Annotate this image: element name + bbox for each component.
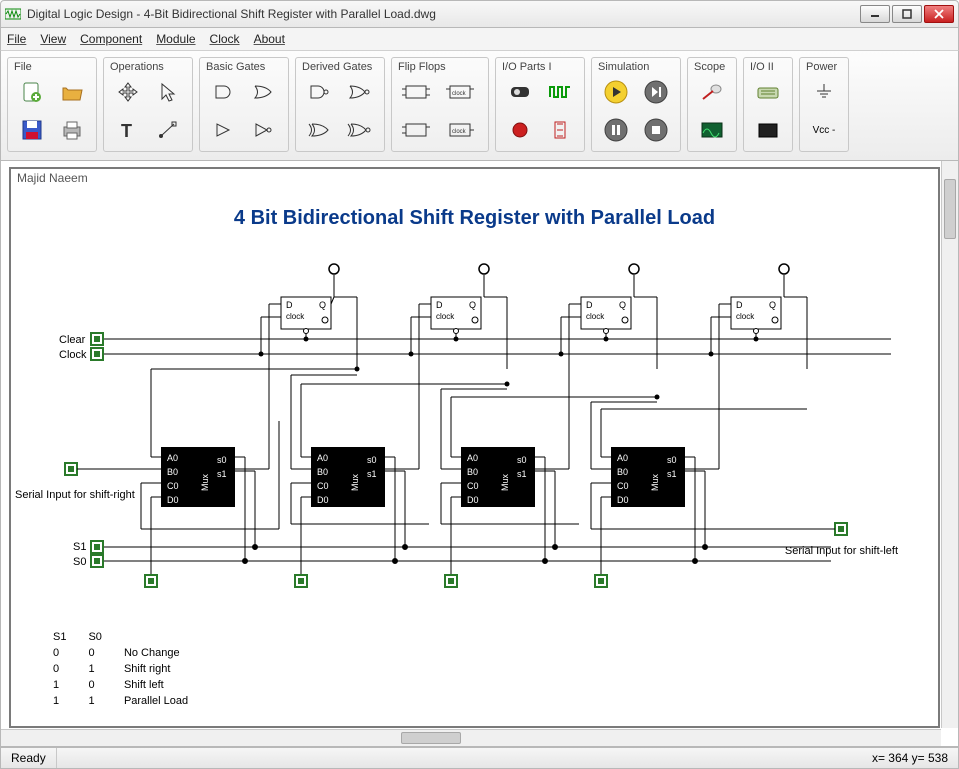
svg-text:T: T: [121, 121, 132, 141]
toolgroup-io-parts-1-title: I/O Parts I: [502, 61, 578, 73]
and-gate-button[interactable]: [206, 75, 242, 109]
menu-file[interactable]: File: [7, 32, 26, 46]
toolgroup-power: Power Vcc -: [799, 57, 849, 152]
toolbar: File Operations T Basic Gates Derived Ga…: [0, 50, 959, 161]
toolgroup-basic-gates-title: Basic Gates: [206, 61, 282, 73]
step-button[interactable]: [638, 75, 674, 109]
select-tool-button[interactable]: [150, 75, 186, 109]
menu-clock[interactable]: Clock: [210, 32, 240, 46]
menu-component[interactable]: Component: [80, 32, 142, 46]
xnor-gate-button[interactable]: [342, 113, 378, 147]
sr-flipflop-button[interactable]: [398, 113, 434, 147]
toolgroup-file: File: [7, 57, 97, 152]
table-row: 01Shift right: [43, 662, 198, 676]
design-canvas[interactable]: Majid Naeem 4 Bit Bidirectional Shift Re…: [9, 167, 940, 728]
not-gate-button[interactable]: [246, 113, 282, 147]
jk-flipflop-button[interactable]: clock: [442, 75, 478, 109]
led-button[interactable]: [502, 113, 538, 147]
d-flipflop-button[interactable]: [398, 75, 434, 109]
status-ready: Ready: [1, 748, 57, 768]
print-button[interactable]: [54, 113, 90, 147]
pause-button[interactable]: [598, 113, 634, 147]
toolgroup-file-title: File: [14, 61, 90, 73]
status-coords: x= 364 y= 538: [862, 748, 958, 768]
toolgroup-operations: Operations T: [103, 57, 193, 152]
toolgroup-flip-flops-title: Flip Flops: [398, 61, 482, 73]
stop-button[interactable]: [638, 113, 674, 147]
seven-seg-button[interactable]: [542, 113, 578, 147]
nand-gate-button[interactable]: [302, 75, 338, 109]
ground-button[interactable]: [806, 75, 842, 109]
oscilloscope-button[interactable]: [694, 113, 730, 147]
toolgroup-io-2: I/O II: [743, 57, 793, 152]
close-button[interactable]: [924, 5, 954, 23]
toolgroup-scope-title: Scope: [694, 61, 730, 73]
toolgroup-simulation-title: Simulation: [598, 61, 674, 73]
switch-button[interactable]: [502, 75, 538, 109]
xor-gate-button[interactable]: [302, 113, 338, 147]
open-file-button[interactable]: [54, 75, 90, 109]
wire-tool-button[interactable]: [150, 113, 186, 147]
work-area: Majid Naeem 4 Bit Bidirectional Shift Re…: [0, 160, 959, 747]
table-row: 10Shift left: [43, 678, 198, 692]
menu-about[interactable]: About: [254, 32, 285, 46]
toolgroup-operations-title: Operations: [110, 61, 186, 73]
play-button[interactable]: [598, 75, 634, 109]
new-file-button[interactable]: [14, 75, 50, 109]
toolgroup-flip-flops: Flip Flops clock clock: [391, 57, 489, 152]
svg-text:clock: clock: [452, 91, 467, 97]
text-tool-button[interactable]: T: [110, 113, 146, 147]
move-tool-button[interactable]: [110, 75, 146, 109]
minimize-button[interactable]: [860, 5, 890, 23]
status-bar: Ready x= 364 y= 538: [0, 747, 959, 769]
menu-bar: File View Component Module Clock About: [0, 28, 959, 50]
menu-module[interactable]: Module: [156, 32, 195, 46]
pulse-button[interactable]: [542, 75, 578, 109]
toolgroup-power-title: Power: [806, 61, 842, 73]
svg-text:clock: clock: [452, 129, 467, 135]
toolgroup-derived-gates-title: Derived Gates: [302, 61, 378, 73]
window-controls: [858, 5, 954, 23]
or-gate-button[interactable]: [246, 75, 282, 109]
display-button[interactable]: [750, 113, 786, 147]
toolgroup-simulation: Simulation: [591, 57, 681, 152]
toolgroup-scope: Scope: [687, 57, 737, 152]
horizontal-scrollbar[interactable]: [1, 729, 941, 746]
toolgroup-io-parts-1: I/O Parts I: [495, 57, 585, 152]
vertical-scrollbar[interactable]: [941, 161, 958, 728]
toolgroup-io-2-title: I/O II: [750, 61, 786, 73]
vcc-label: Vcc -: [813, 125, 836, 136]
t-flipflop-button[interactable]: clock: [442, 113, 478, 147]
app-icon: [5, 7, 21, 21]
menu-view[interactable]: View: [40, 32, 66, 46]
nor-gate-button[interactable]: [342, 75, 378, 109]
probe-button[interactable]: [694, 75, 730, 109]
truth-table: S1S0 00No Change 01Shift right 10Shift l…: [41, 628, 200, 710]
maximize-button[interactable]: [892, 5, 922, 23]
save-file-button[interactable]: [14, 113, 50, 147]
title-bar: Digital Logic Design - 4-Bit Bidirection…: [0, 0, 959, 28]
vcc-button[interactable]: Vcc -: [806, 113, 842, 147]
toolgroup-basic-gates: Basic Gates: [199, 57, 289, 152]
table-row: 11Parallel Load: [43, 694, 198, 708]
buffer-gate-button[interactable]: [206, 113, 242, 147]
keyboard-button[interactable]: [750, 75, 786, 109]
table-row: 00No Change: [43, 646, 198, 660]
circuit-diagram: D Q clock A0 B0 C0 D0 s0 s1: [11, 169, 931, 589]
window-title: Digital Logic Design - 4-Bit Bidirection…: [27, 7, 858, 21]
toolgroup-derived-gates: Derived Gates: [295, 57, 385, 152]
